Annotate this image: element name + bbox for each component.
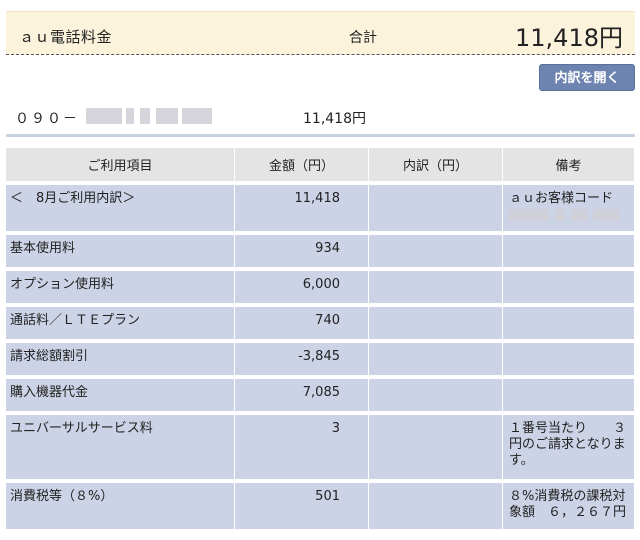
amount-cell: 740 [235, 307, 369, 339]
amount-cell: 6,000 [235, 271, 369, 303]
amount-cell: 11,418 [235, 185, 369, 231]
note-cell [503, 307, 635, 339]
note-cell [503, 343, 635, 375]
phone-line-row: ０９０－ 11,418円 [6, 104, 635, 134]
amount-cell: -3,845 [235, 343, 369, 375]
table-row: ＜ 8月ご利用内訳＞ 11,418 ａｕお客様コード [6, 185, 635, 231]
note-cell [503, 379, 635, 411]
line-amount: 11,418円 [303, 111, 366, 127]
open-details-button[interactable]: 内訳を開く [539, 64, 635, 91]
section-divider [6, 134, 635, 137]
breakdown-cell [369, 307, 503, 339]
total-label: 合計 [349, 30, 377, 46]
item-cell: ＜ 8月ご利用内訳＞ [6, 185, 235, 231]
item-cell: 消費税等（８%） [6, 483, 235, 529]
customer-code-redacted [509, 209, 630, 223]
item-cell: 購入機器代金 [6, 379, 235, 411]
table-row: 購入機器代金 7,085 [6, 379, 635, 411]
column-header-item: ご利用項目 [6, 148, 235, 181]
phone-number: ０９０－ [15, 111, 79, 127]
note-cell: ８%消費税の課税対象額 ６，２６７円 [503, 483, 635, 529]
breakdown-cell [369, 271, 503, 303]
bill-title: ａｕ電話料金 [19, 28, 113, 46]
charges-table: ご利用項目 金額（円） 内訳（円） 備考 ＜ 8月ご利用内訳＞ 11,418 ａ… [6, 144, 635, 533]
bill-header: ａｕ電話料金 合計 11,418円 [6, 11, 635, 55]
item-cell: 基本使用料 [6, 235, 235, 267]
column-header-note: 備考 [503, 148, 635, 181]
amount-cell: 934 [235, 235, 369, 267]
note-text: ａｕお客様コード [509, 191, 614, 206]
total-value: 11,418円 [515, 24, 623, 52]
table-row: 基本使用料 934 [6, 235, 635, 267]
breakdown-cell [369, 235, 503, 267]
note-cell [503, 271, 635, 303]
table-row: ユニバーサルサービス料 3 １番号当たり ３円のご請求となります。 [6, 415, 635, 479]
column-header-breakdown: 内訳（円） [369, 148, 503, 181]
item-cell: オプション使用料 [6, 271, 235, 303]
amount-cell: 3 [235, 415, 369, 479]
item-cell: 通話料／ＬＴＥプラン [6, 307, 235, 339]
column-header-amount: 金額（円） [235, 148, 369, 181]
table-row: 請求総額割引 -3,845 [6, 343, 635, 375]
breakdown-cell [369, 343, 503, 375]
breakdown-cell [369, 379, 503, 411]
table-header-row: ご利用項目 金額（円） 内訳（円） 備考 [6, 148, 635, 181]
table-row: オプション使用料 6,000 [6, 271, 635, 303]
table-row: 通話料／ＬＴＥプラン 740 [6, 307, 635, 339]
breakdown-cell [369, 483, 503, 529]
breakdown-cell [369, 415, 503, 479]
amount-cell: 7,085 [235, 379, 369, 411]
breakdown-cell [369, 185, 503, 231]
item-cell: 請求総額割引 [6, 343, 235, 375]
note-cell: １番号当たり ３円のご請求となります。 [503, 415, 635, 479]
note-cell: ａｕお客様コード [503, 185, 635, 231]
item-cell: ユニバーサルサービス料 [6, 415, 235, 479]
note-cell [503, 235, 635, 267]
table-row: 消費税等（８%） 501 ８%消費税の課税対象額 ６，２６７円 [6, 483, 635, 529]
amount-cell: 501 [235, 483, 369, 529]
